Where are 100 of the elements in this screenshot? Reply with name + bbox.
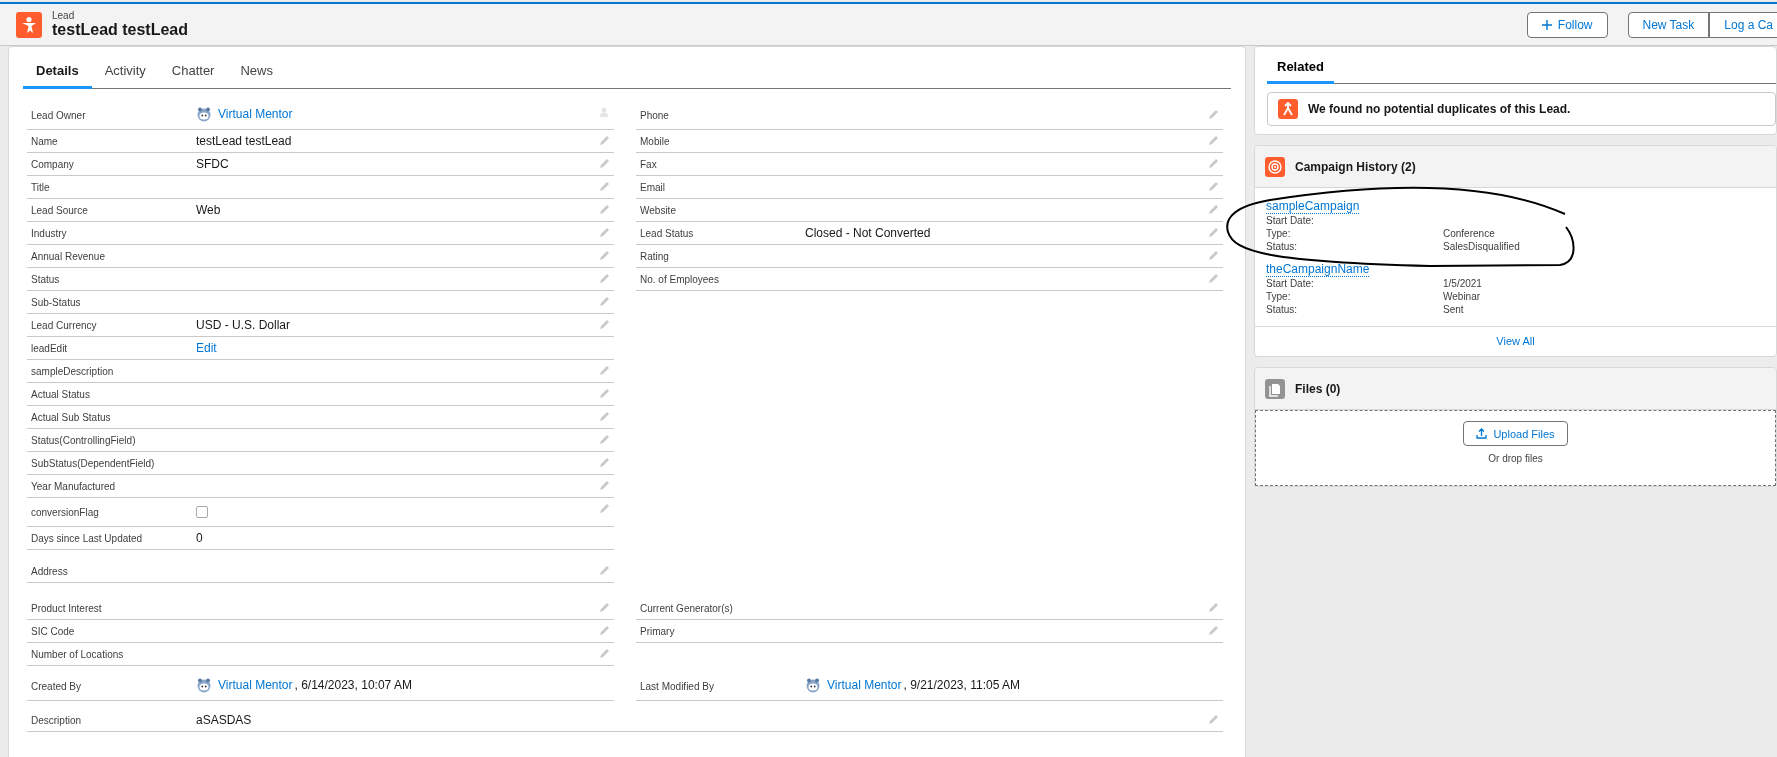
field-label: Days since Last Updated bbox=[31, 532, 144, 544]
field-label: Lead Currency bbox=[31, 319, 98, 331]
pencil-icon[interactable] bbox=[598, 273, 610, 285]
edit-link[interactable]: Edit bbox=[196, 341, 217, 355]
field-label: Status: bbox=[1266, 303, 1299, 316]
upload-button[interactable]: Upload Files bbox=[1463, 421, 1568, 446]
field-label: Created By bbox=[31, 680, 83, 692]
pencil-icon[interactable] bbox=[598, 457, 610, 469]
field-value: Conference bbox=[1443, 227, 1495, 240]
follow-button[interactable]: Follow bbox=[1526, 11, 1608, 38]
field-label: Last Modified By bbox=[640, 680, 715, 692]
upload-icon bbox=[1476, 428, 1488, 439]
field-label: Title bbox=[31, 181, 51, 193]
pencil-icon[interactable] bbox=[598, 250, 610, 262]
avatar-icon bbox=[805, 677, 821, 693]
field-value: SalesDisqualified bbox=[1443, 240, 1520, 253]
pencil-icon[interactable] bbox=[1207, 714, 1219, 726]
user-link[interactable]: Virtual Mentor bbox=[218, 678, 293, 692]
field-label: Type: bbox=[1266, 227, 1292, 240]
pencil-icon[interactable] bbox=[1207, 227, 1219, 239]
pencil-icon[interactable] bbox=[598, 648, 610, 660]
timestamp: , 9/21/2023, 11:05 AM bbox=[903, 678, 1020, 692]
action-button[interactable]: Log a Ca bbox=[1709, 11, 1777, 38]
pencil-icon[interactable] bbox=[598, 503, 610, 515]
field-value: 0 bbox=[196, 531, 203, 545]
field-label: Annual Revenue bbox=[31, 250, 106, 262]
pencil-icon[interactable] bbox=[598, 480, 610, 492]
field-label: Name bbox=[31, 135, 59, 147]
field-label: Website bbox=[640, 204, 677, 216]
field-label: Sub-Status bbox=[31, 296, 82, 308]
pencil-icon[interactable] bbox=[598, 296, 610, 308]
drop-zone[interactable]: Upload Files Or drop files bbox=[1255, 410, 1776, 486]
user-link[interactable]: Virtual Mentor bbox=[218, 107, 293, 121]
field-label: Actual Sub Status bbox=[31, 411, 112, 423]
pencil-icon[interactable] bbox=[598, 411, 610, 423]
pencil-icon[interactable] bbox=[598, 388, 610, 400]
pencil-icon[interactable] bbox=[598, 204, 610, 216]
tab[interactable]: News bbox=[227, 57, 286, 89]
field-label: Start Date: bbox=[1266, 277, 1315, 290]
field-label: Current Generator(s) bbox=[640, 602, 734, 614]
pencil-icon[interactable] bbox=[598, 181, 610, 193]
field-label: sampleDescription bbox=[31, 365, 115, 377]
field-value: Webinar bbox=[1443, 290, 1481, 303]
field-label: Lead Status bbox=[640, 227, 695, 239]
avatar-icon bbox=[196, 106, 212, 122]
merge-icon bbox=[1278, 99, 1298, 119]
field-value: testLead testLead bbox=[196, 134, 292, 148]
pencil-icon[interactable] bbox=[598, 565, 610, 577]
field-label: Rating bbox=[640, 250, 670, 262]
person-icon bbox=[16, 11, 42, 38]
field-value: SFDC bbox=[196, 157, 229, 171]
campaign-link[interactable]: sampleCampaign bbox=[1266, 199, 1360, 214]
drop-hint: Or drop files bbox=[1488, 453, 1543, 464]
field-label: Lead Source bbox=[31, 204, 89, 216]
field-label: Status(ControllingField) bbox=[31, 434, 137, 446]
tab[interactable]: Details bbox=[23, 57, 92, 89]
card-title: Files (0) bbox=[1295, 381, 1341, 396]
pencil-icon[interactable] bbox=[598, 625, 610, 637]
card-title: Campaign History (2) bbox=[1295, 159, 1416, 174]
person-icon[interactable] bbox=[598, 106, 610, 118]
field-label: Type: bbox=[1266, 290, 1292, 303]
field-label: Address bbox=[31, 565, 69, 577]
pencil-icon[interactable] bbox=[598, 158, 610, 170]
pencil-icon[interactable] bbox=[1207, 109, 1219, 121]
tab[interactable]: Activity bbox=[91, 57, 159, 89]
pencil-icon[interactable] bbox=[598, 365, 610, 377]
field-value: Sent bbox=[1443, 303, 1464, 316]
field-value: aSASDAS bbox=[196, 713, 252, 727]
pencil-icon[interactable] bbox=[1207, 250, 1219, 262]
field-label: Company bbox=[31, 158, 75, 170]
user-link[interactable]: Virtual Mentor bbox=[827, 678, 902, 692]
plus-icon bbox=[1541, 19, 1552, 30]
field-label: Fax bbox=[640, 158, 658, 170]
record-title: testLead testLead bbox=[52, 21, 189, 39]
pencil-icon[interactable] bbox=[598, 434, 610, 446]
pencil-icon[interactable] bbox=[1207, 273, 1219, 285]
pencil-icon[interactable] bbox=[1207, 135, 1219, 147]
pencil-icon[interactable] bbox=[598, 602, 610, 614]
view-all-link[interactable]: View All bbox=[1255, 326, 1776, 356]
field-value: Closed - Not Converted bbox=[805, 226, 931, 240]
checkbox[interactable] bbox=[196, 506, 208, 518]
timestamp: , 6/14/2023, 10:07 AM bbox=[294, 678, 412, 692]
field-label: Mobile bbox=[640, 135, 671, 147]
document-icon bbox=[1265, 378, 1285, 399]
pencil-icon[interactable] bbox=[1207, 158, 1219, 170]
field-label: SIC Code bbox=[31, 625, 76, 637]
pencil-icon[interactable] bbox=[1207, 625, 1219, 637]
campaign-link[interactable]: theCampaignName bbox=[1266, 262, 1370, 277]
pencil-icon[interactable] bbox=[598, 135, 610, 147]
object-type-label: Lead bbox=[52, 10, 76, 21]
pencil-icon[interactable] bbox=[1207, 204, 1219, 216]
tab[interactable]: Chatter bbox=[158, 57, 228, 89]
field-label: leadEdit bbox=[31, 342, 69, 354]
pencil-icon[interactable] bbox=[1207, 181, 1219, 193]
field-label: Year Manufactured bbox=[31, 480, 117, 492]
pencil-icon[interactable] bbox=[598, 227, 610, 239]
pencil-icon[interactable] bbox=[1207, 602, 1219, 614]
tab[interactable]: Related bbox=[1267, 53, 1334, 84]
action-button[interactable]: New Task bbox=[1627, 11, 1710, 38]
pencil-icon[interactable] bbox=[598, 319, 610, 331]
